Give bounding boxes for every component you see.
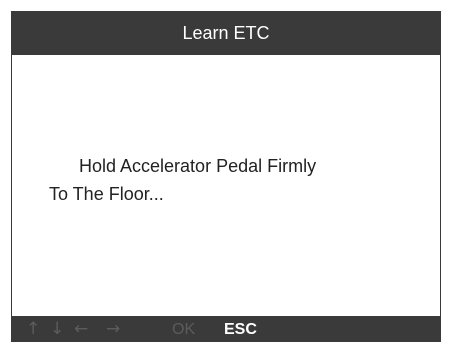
arrow-right-icon: → bbox=[106, 319, 121, 339]
instruction-line-2: To The Floor... bbox=[49, 184, 164, 204]
ok-key: OK bbox=[172, 321, 196, 338]
function-key-bar: ↑ ↓ ← → OK ESC bbox=[11, 316, 441, 342]
scanner-screen: Learn ETC Hold Accelerator Pedal Firmly … bbox=[11, 11, 441, 342]
screen-title: Learn ETC bbox=[182, 23, 270, 43]
title-bar: Learn ETC bbox=[11, 11, 441, 55]
arrow-left-icon: ← bbox=[74, 319, 89, 339]
message-panel: Hold Accelerator Pedal Firmly To The Flo… bbox=[12, 55, 440, 316]
esc-key[interactable]: ESC bbox=[224, 319, 257, 341]
instruction-line-1: Hold Accelerator Pedal Firmly bbox=[79, 156, 317, 176]
arrow-up-icon: ↑ bbox=[26, 319, 41, 339]
arrow-down-icon: ↓ bbox=[50, 319, 65, 339]
